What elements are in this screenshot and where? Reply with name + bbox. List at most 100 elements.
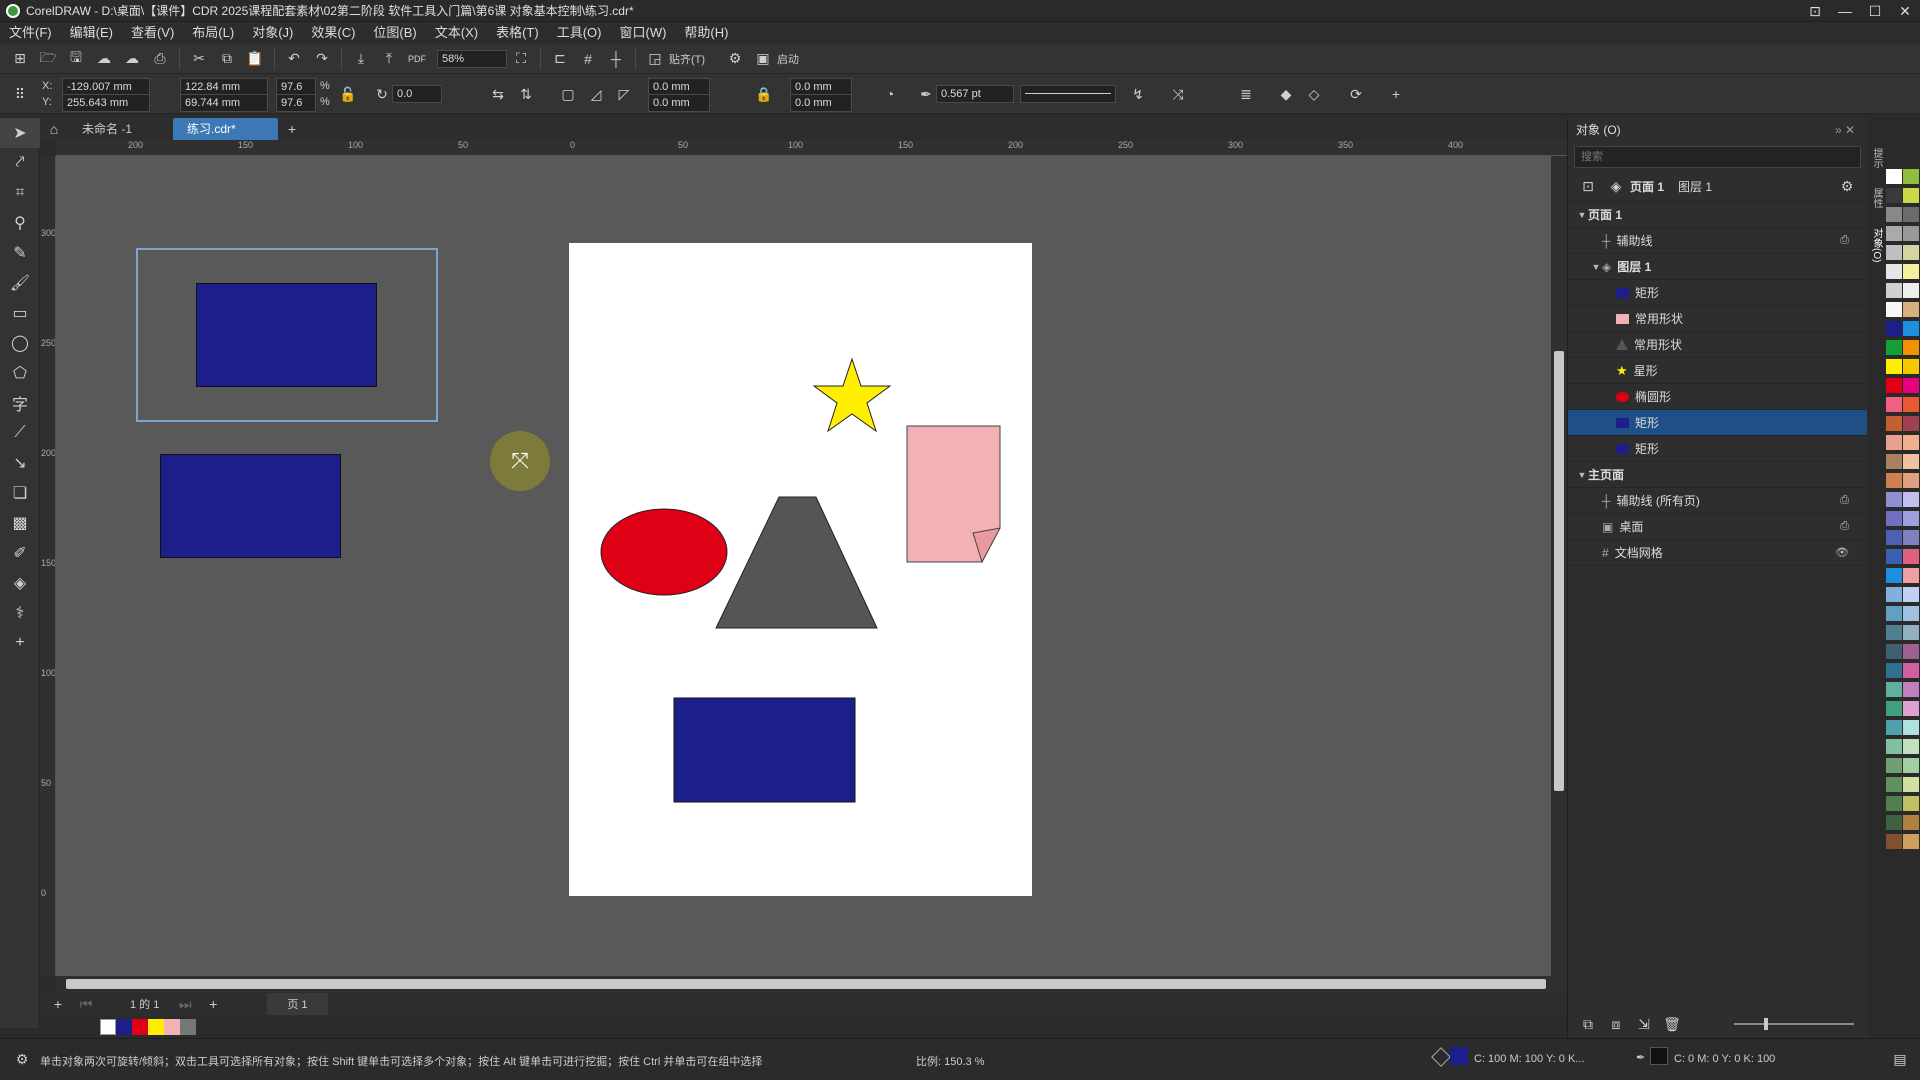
last-page-icon[interactable]: ⏭ [173,992,197,1016]
scalloped-corner-icon[interactable]: ◿ [584,82,608,106]
tab-practice[interactable]: 练习.cdr* [173,118,278,140]
object-row[interactable]: ┼ 辅助线 (所有页) ⎙ [1568,488,1867,514]
pin-icon[interactable]: ⊡ [1800,0,1830,22]
print-icon[interactable]: ⎙ [148,47,172,71]
mirror-horizontal-icon[interactable]: ⇆ [486,82,510,106]
docker-close-icon[interactable]: » ✕ [1835,118,1855,142]
printable-icon[interactable]: ⎙ [1840,494,1849,507]
palette-color-swatch[interactable] [1886,245,1902,260]
add-page-icon[interactable]: + [46,992,70,1016]
lock-corners-icon[interactable]: 🔒 [752,82,776,106]
palette-color-swatch[interactable] [1903,701,1919,716]
menu-edit[interactable]: 编辑(E) [61,22,122,44]
palette-color-swatch[interactable] [1886,359,1902,374]
menu-text[interactable]: 文本(X) [426,22,487,44]
palette-color-swatch[interactable] [1903,530,1919,545]
tab-hints[interactable]: 提示 [1869,148,1884,168]
rectangle-object[interactable] [160,454,341,558]
printable-icon[interactable]: ⎙ [1840,234,1849,247]
palette-color-swatch[interactable] [1903,644,1919,659]
object-row[interactable]: 矩形 [1568,410,1867,436]
palette-color-swatch[interactable] [1903,777,1919,792]
page-view-icon[interactable]: ⊡ [1576,175,1600,199]
palette-color-swatch[interactable] [1886,169,1902,184]
palette-color-swatch[interactable] [1903,720,1919,735]
cloud-upload-icon[interactable]: ☁ [92,47,116,71]
artistic-media-icon[interactable]: 🖌 [0,268,40,298]
object-row[interactable]: ★ 星形 [1568,358,1867,384]
palette-color-swatch[interactable] [1903,435,1919,450]
home-icon[interactable]: ⌂ [42,117,66,141]
smart-fill-icon[interactable]: ⚕ [0,598,40,628]
object-row[interactable]: 常用形状 [1568,332,1867,358]
rectangle-object-selected[interactable] [196,283,377,387]
palette-color-swatch[interactable] [1886,435,1902,450]
menu-help[interactable]: 帮助(H) [675,22,737,44]
printable-icon[interactable]: ⎙ [1840,520,1849,533]
chamfered-corner-icon[interactable]: ◸ [612,82,636,106]
palette-color-swatch[interactable] [1903,397,1919,412]
ellipse-tool-icon[interactable]: ◯ [0,328,40,358]
zoom-level-select[interactable]: 58% [437,49,507,68]
expand-chevron-icon[interactable]: ▼ [1576,470,1588,480]
palette-color-swatch[interactable] [1886,416,1902,431]
interactive-fill-icon[interactable]: ◈ [0,568,40,598]
snap-to-dropdown[interactable]: 贴齐(T) [669,51,705,67]
paste-icon[interactable]: 📋 [243,47,267,71]
object-row[interactable]: ▣ 桌面 ⎙ [1568,514,1867,540]
palette-color-swatch[interactable] [1886,454,1902,469]
new-document-icon[interactable]: ⊞ [8,47,32,71]
palette-color-swatch[interactable] [1886,207,1902,222]
palette-color-swatch[interactable] [1903,340,1919,355]
menu-bitmaps[interactable]: 位图(B) [364,22,425,44]
palette-color-swatch[interactable] [1903,758,1919,773]
palette-color-swatch[interactable] [1886,226,1902,241]
palette-color-swatch[interactable] [1903,815,1919,830]
rotation-angle-field[interactable]: 0.0 [392,85,442,103]
fill-color-swatch[interactable] [1450,1047,1468,1065]
menu-layout[interactable]: 布局(L) [183,22,243,44]
horizontal-scroll-thumb[interactable] [66,979,1546,989]
page-tab[interactable]: 页 1 [267,993,328,1015]
palette-color-swatch[interactable] [1903,264,1919,279]
palette-color-swatch[interactable] [1903,549,1919,564]
palette-color-swatch[interactable] [1903,511,1919,526]
palette-color-swatch[interactable] [1886,530,1902,545]
palette-color-swatch[interactable] [1886,188,1902,203]
parallel-dimension-icon[interactable]: ⟋ [0,418,40,448]
tab-untitled[interactable]: 未命名 -1 [68,118,173,140]
palette-color-swatch[interactable] [1903,739,1919,754]
palette-color-swatch[interactable] [1903,492,1919,507]
palette-color-swatch[interactable] [1903,606,1919,621]
palette-color-swatch[interactable] [1903,625,1919,640]
to-back-icon[interactable]: ◇ [1302,82,1326,106]
swatch-navy[interactable] [116,1019,132,1035]
docker-options-icon[interactable]: ⚙ [1835,175,1859,199]
palette-color-swatch[interactable] [1903,283,1919,298]
vertical-scroll-thumb[interactable] [1554,351,1564,791]
object-row[interactable]: ▼ 主页面 [1568,462,1867,488]
object-row[interactable]: ┼ 辅助线 ⎙ [1568,228,1867,254]
menu-file[interactable]: 文件(F) [0,22,61,44]
zoom-tool-icon[interactable]: ⚲ [0,208,40,238]
palette-color-swatch[interactable] [1903,587,1919,602]
scale-y-field[interactable]: 97.6 [276,94,316,112]
object-origin-icon[interactable]: ⠿ [8,82,32,106]
drawing-canvas[interactable]: ⤧ [56,156,1551,976]
palette-color-swatch[interactable] [1886,606,1902,621]
palette-color-swatch[interactable] [1886,663,1902,678]
add-tool-icon[interactable]: + [0,628,40,658]
convert-to-curves-icon[interactable]: ⤨ [1166,82,1190,106]
redo-icon[interactable]: ↷ [310,47,334,71]
thumbnail-size-slider[interactable] [1734,1018,1854,1030]
palette-color-swatch[interactable] [1903,302,1919,317]
import-icon[interactable]: ⤓ [349,47,373,71]
close-button[interactable]: ✕ [1890,0,1920,22]
palette-color-swatch[interactable] [1886,283,1902,298]
lock-ratio-icon[interactable]: 🔓 [336,82,360,106]
cut-icon[interactable]: ✂ [187,47,211,71]
object-row[interactable]: 矩形 [1568,436,1867,462]
expand-chevron-icon[interactable]: ▼ [1576,210,1588,220]
palette-color-swatch[interactable] [1903,416,1919,431]
palette-color-swatch[interactable] [1903,682,1919,697]
